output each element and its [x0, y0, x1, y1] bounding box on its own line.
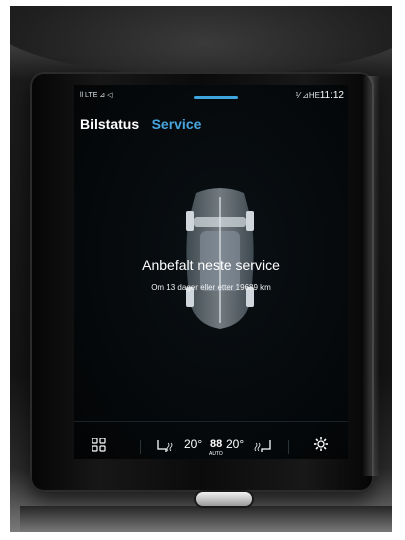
home-button[interactable]: [196, 492, 252, 506]
status-right: ⅟ ⊿HE: [295, 91, 320, 100]
infotainment-screen: ll LTE ⊿ ◁ ⅟ ⊿HE 11:12 Bilstatus Service…: [74, 85, 348, 459]
tab-service[interactable]: Service: [152, 116, 202, 132]
auto-label: AUTO: [209, 451, 223, 457]
seat-heat-right-icon[interactable]: [254, 439, 272, 453]
temperature-right[interactable]: 20°: [226, 437, 244, 451]
status-bar: ll LTE ⊿ ◁ ⅟ ⊿HE 11:12: [74, 85, 348, 107]
bezel-reflection: [362, 76, 380, 476]
fan-icon[interactable]: 88: [210, 438, 222, 450]
seat-heat-left-icon[interactable]: [156, 439, 174, 453]
tabs: Bilstatus Service: [80, 116, 209, 136]
service-title: Anbefalt neste service: [142, 257, 280, 273]
divider: [140, 440, 141, 454]
tab-bilstatus[interactable]: Bilstatus: [80, 116, 139, 132]
divider: [288, 440, 289, 454]
service-subtitle: Om 13 dager eller etter 19689 km: [151, 283, 271, 292]
climate-bar: 20° 88 AUTO 20°: [74, 421, 348, 459]
dashboard-curve: [10, 6, 392, 76]
lower-dashboard: [20, 506, 392, 532]
temperature-left[interactable]: 20°: [184, 437, 202, 451]
grid-icon[interactable]: [92, 438, 106, 452]
status-left: ll LTE ⊿ ◁: [80, 92, 113, 99]
status-time: 11:12: [319, 90, 344, 101]
gear-icon[interactable]: [314, 437, 328, 451]
drag-handle[interactable]: [194, 96, 238, 99]
